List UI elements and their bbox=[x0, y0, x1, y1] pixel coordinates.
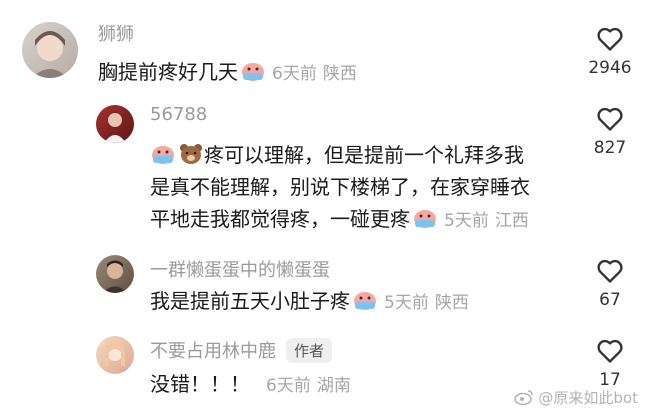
comment-text: 疼可以理解，但是提前一个礼拜多我 是真不能理解，别说下楼梯了，在家穿睡衣 平地走… bbox=[150, 139, 530, 237]
comment-time: 6天前 bbox=[266, 376, 311, 396]
avatar[interactable] bbox=[96, 255, 134, 293]
comment-line: 胸提前疼好几天 bbox=[98, 60, 238, 84]
heart-icon bbox=[597, 259, 623, 283]
crying-emoji-icon bbox=[150, 142, 176, 164]
comment-line: 疼可以理解，但是提前一个礼拜多我 bbox=[204, 143, 524, 167]
like-button[interactable]: 827 bbox=[580, 106, 640, 158]
comment-time: 5天前 bbox=[444, 211, 489, 231]
comment-author[interactable]: 不要占用林中鹿 作者 bbox=[150, 337, 333, 363]
like-count: 2946 bbox=[588, 58, 632, 78]
comment-line: 没错！！！ bbox=[150, 372, 250, 396]
crying-emoji-icon bbox=[352, 288, 378, 310]
avatar[interactable] bbox=[96, 105, 134, 143]
comment-location: 湖南 bbox=[316, 376, 351, 396]
watermark-text: @原来如此bot bbox=[538, 389, 638, 407]
author-name[interactable]: 不要占用林中鹿 bbox=[150, 341, 276, 362]
crying-emoji-icon bbox=[240, 59, 266, 81]
comment-line: 我是提前五天小肚子疼 bbox=[150, 289, 350, 313]
comment-author[interactable]: 一群懒蛋蛋中的懒蛋蛋 bbox=[150, 256, 330, 282]
like-button[interactable]: 67 bbox=[580, 258, 640, 310]
comment-author[interactable]: 狮狮 bbox=[98, 20, 134, 46]
crying-emoji-icon bbox=[412, 206, 438, 228]
like-count: 67 bbox=[599, 290, 621, 310]
avatar[interactable] bbox=[96, 336, 134, 374]
comment-text: 没错！！！ 6天前 湖南 bbox=[150, 368, 351, 402]
heart-icon bbox=[597, 107, 623, 131]
bear-emoji-icon bbox=[178, 142, 204, 164]
comment-location: 陕西 bbox=[434, 293, 469, 313]
comment-time: 6天前 bbox=[272, 64, 317, 84]
comment-location: 江西 bbox=[494, 211, 529, 231]
heart-icon bbox=[597, 339, 623, 363]
weibo-logo-icon bbox=[513, 390, 533, 406]
comment-text: 胸提前疼好几天 6天前 陕西 bbox=[98, 56, 357, 90]
comment-line: 平地走我都觉得疼，一碰更疼 bbox=[150, 207, 410, 231]
like-count: 827 bbox=[593, 138, 627, 158]
comment-author[interactable]: 56788 bbox=[150, 104, 207, 125]
like-button[interactable]: 17 bbox=[580, 338, 640, 390]
comment-time: 5天前 bbox=[384, 293, 429, 313]
author-badge: 作者 bbox=[286, 338, 333, 363]
watermark: @原来如此bot bbox=[513, 387, 638, 408]
comment-location: 陕西 bbox=[322, 64, 357, 84]
avatar[interactable] bbox=[22, 22, 78, 78]
heart-icon bbox=[597, 27, 623, 51]
comment-line: 是真不能理解，别说下楼梯了，在家穿睡衣 bbox=[150, 175, 530, 199]
comment-text: 我是提前五天小肚子疼 5天前 陕西 bbox=[150, 285, 469, 319]
like-button[interactable]: 2946 bbox=[580, 26, 640, 78]
